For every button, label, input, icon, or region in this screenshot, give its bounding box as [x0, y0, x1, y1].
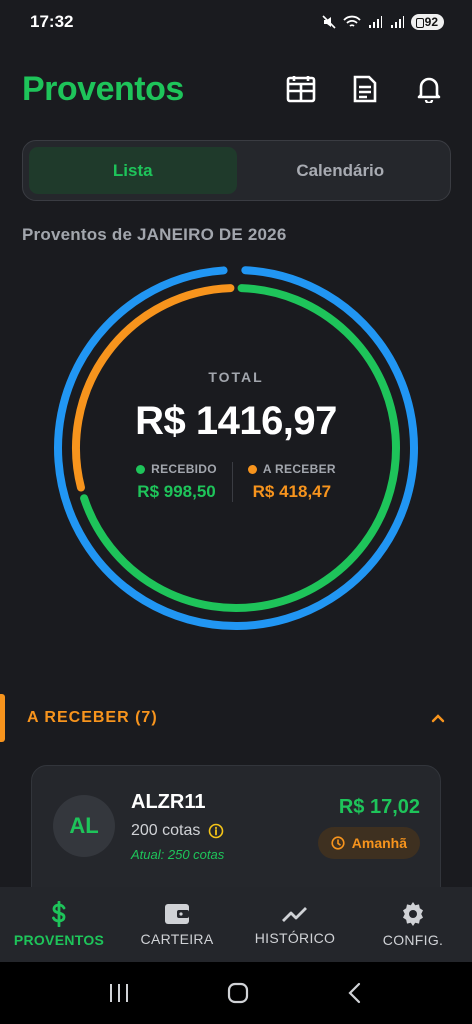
shares-count: 200 cotas — [131, 822, 201, 839]
total-label: TOTAL — [208, 369, 264, 385]
view-tabs: Lista Calendário — [22, 140, 451, 201]
nav-carteira[interactable]: CARTEIRA — [118, 887, 236, 962]
page-title: Proventos — [22, 69, 184, 108]
status-bar: 17:32 92 — [0, 0, 472, 44]
nav-proventos[interactable]: PROVENTOS — [0, 887, 118, 962]
mute-icon — [322, 15, 336, 29]
recents-icon[interactable] — [107, 982, 131, 1004]
received-dot-icon — [136, 464, 146, 474]
nav-historico[interactable]: HISTÓRICO — [236, 887, 354, 962]
avatar: AL — [53, 795, 115, 857]
ticker: ALZR11 — [131, 791, 206, 813]
nav-label: CONFIG. — [382, 932, 444, 948]
received-summary: RECEBIDO R$ 998,50 — [121, 462, 232, 502]
dividend-amount: R$ 17,02 — [338, 796, 420, 818]
current-shares: Atual: 250 cotas — [131, 847, 225, 862]
split-summary: RECEBIDO R$ 998,50 A RECEBER R$ 418,47 — [121, 462, 351, 502]
signal-icon — [390, 16, 404, 28]
donut-summary: TOTAL R$ 1416,97 RECEBIDO R$ 998,50 A RE… — [50, 262, 422, 634]
tab-lista[interactable]: Lista — [29, 147, 237, 194]
trend-icon — [282, 907, 307, 922]
bottom-navigation: PROVENTOS CARTEIRA HISTÓRICO CONFIG. — [0, 887, 472, 962]
due-badge-label: Amanhã — [351, 835, 407, 851]
wifi-icon — [342, 15, 361, 27]
notifications-button[interactable] — [414, 74, 444, 104]
bell-icon — [417, 77, 441, 103]
report-button[interactable] — [350, 74, 380, 104]
chevron-up-icon[interactable] — [430, 712, 446, 724]
signal-icon — [368, 16, 382, 28]
status-time: 17:32 — [30, 12, 74, 31]
received-value: R$ 998,50 — [137, 482, 216, 501]
section-title: A RECEBER (7) — [27, 709, 158, 726]
pending-section-header[interactable]: A RECEBER (7) — [0, 694, 472, 742]
home-icon[interactable] — [226, 981, 250, 1005]
received-label: RECEBIDO — [151, 462, 217, 476]
nav-label: CARTEIRA — [140, 931, 214, 947]
back-icon[interactable] — [345, 981, 365, 1005]
info-icon[interactable] — [208, 823, 224, 839]
nav-label: HISTÓRICO — [254, 930, 336, 946]
period-label: Proventos de JANEIRO DE 2026 — [22, 225, 287, 244]
nav-config[interactable]: CONFIG. — [354, 887, 472, 962]
wallet-icon — [165, 904, 189, 924]
app-header: Proventos — [22, 64, 450, 114]
calendar-view-button[interactable] — [286, 74, 316, 104]
system-navigation — [0, 962, 472, 1024]
status-icons: 92 — [321, 14, 444, 30]
battery-icon: 92 — [410, 14, 444, 30]
total-value: R$ 1416,97 — [135, 399, 337, 443]
calendar-view-icon — [286, 76, 316, 103]
pending-summary: A RECEBER R$ 418,47 — [231, 462, 351, 502]
document-icon — [353, 75, 377, 103]
tab-calendario[interactable]: Calendário — [237, 147, 445, 194]
pending-dot-icon — [247, 464, 257, 474]
due-badge: Amanhã — [317, 827, 420, 859]
section-accent — [0, 694, 5, 742]
pending-label: A RECEBER — [262, 462, 336, 476]
gear-icon — [403, 902, 423, 926]
clock-icon — [331, 836, 345, 850]
nav-label: PROVENTOS — [13, 932, 105, 948]
shares-row: 200 cotas — [131, 822, 224, 840]
pending-value: R$ 418,47 — [252, 482, 332, 501]
dollar-icon — [52, 901, 66, 927]
header-actions — [286, 74, 444, 104]
